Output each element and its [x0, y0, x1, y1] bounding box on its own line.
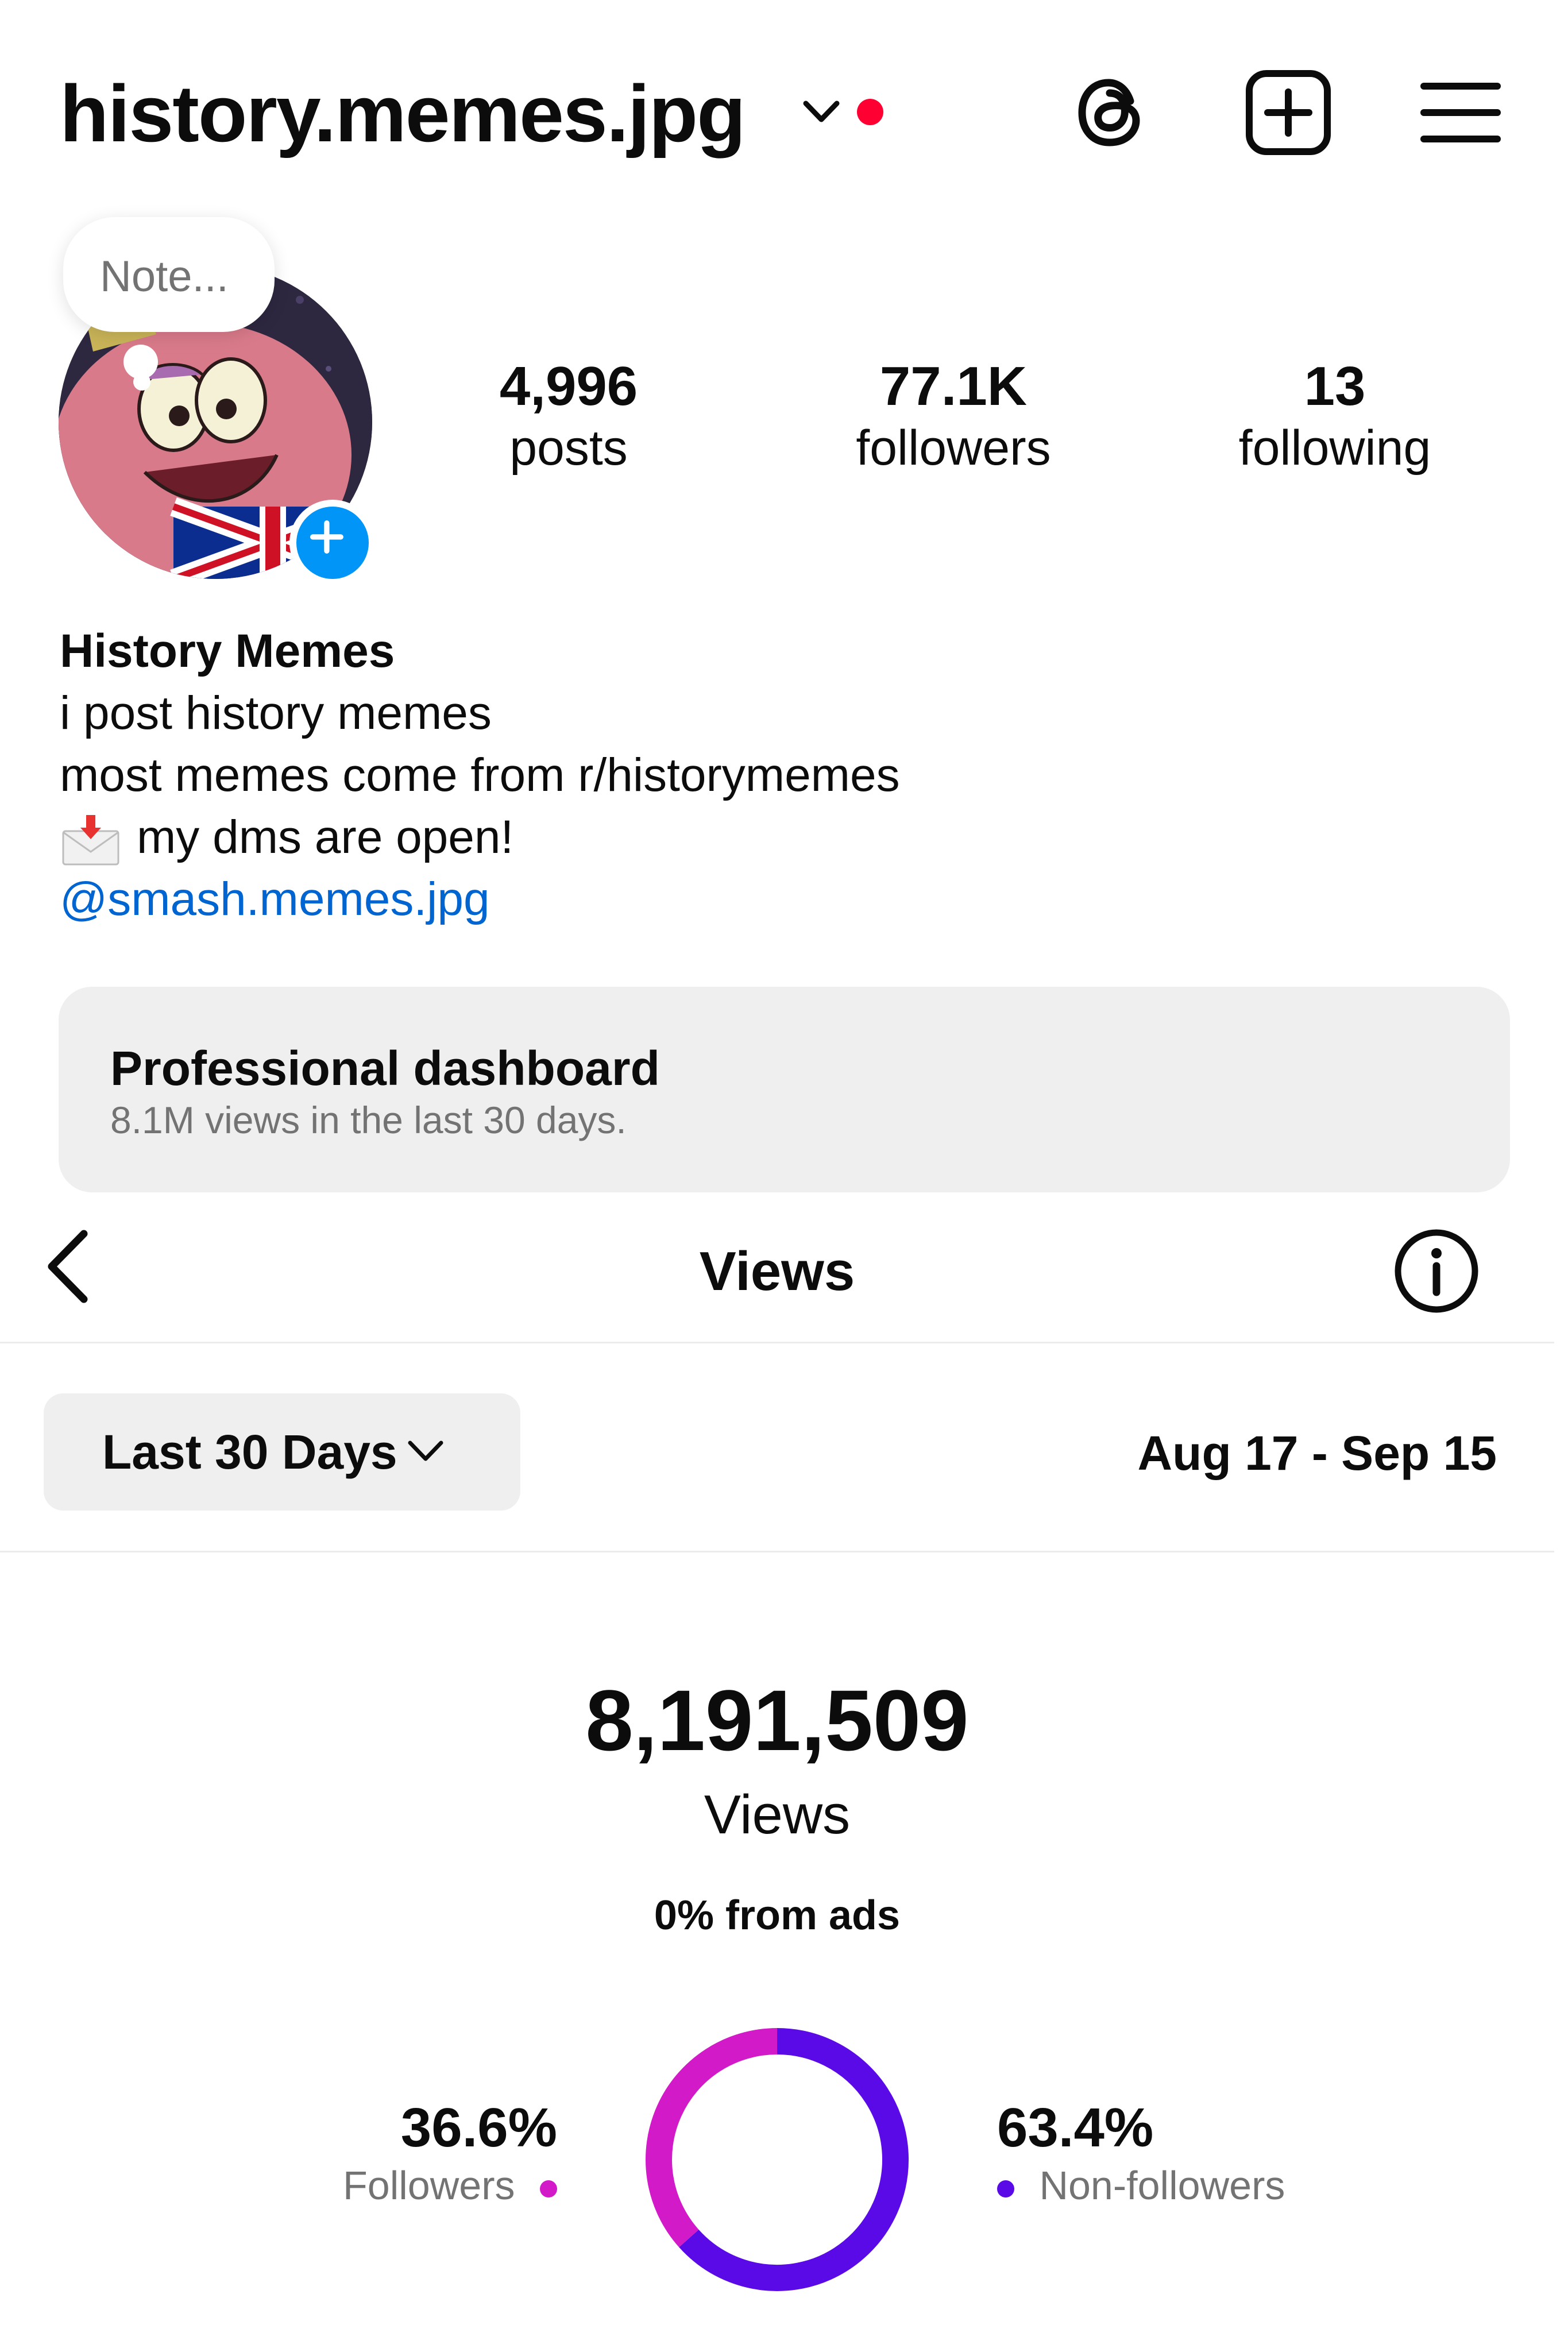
- posts-count: 4,996: [499, 356, 638, 417]
- total-views-number: 8,191,509: [585, 1672, 969, 1768]
- bio-line-1: i post history memes: [60, 687, 492, 739]
- following-label: following: [1238, 420, 1431, 476]
- chevron-down-icon[interactable]: [801, 98, 841, 126]
- followers-legend-row: Followers: [322, 2160, 557, 2211]
- create-post-icon[interactable]: [1243, 68, 1333, 157]
- dashboard-title: Professional dashboard: [110, 1041, 660, 1095]
- views-donut-chart: [646, 2028, 909, 2291]
- followers-count: 77.1K: [879, 356, 1028, 417]
- profile-bio: History Memes i post history memes most …: [60, 620, 900, 930]
- followers-percent: 36.6%: [400, 2097, 557, 2158]
- donut-slice-followers: [646, 2028, 778, 2247]
- ads-share-text: 0% from ads: [654, 1893, 901, 1938]
- non-followers-legend-label: Non-followers: [1039, 2163, 1285, 2208]
- info-icon[interactable]: [1392, 1227, 1481, 1315]
- non-followers-percent: 63.4%: [997, 2097, 1154, 2158]
- date-range-dropdown[interactable]: Last 30 Days: [44, 1393, 520, 1511]
- username-switcher[interactable]: history.memes.jpg: [60, 62, 746, 165]
- header-divider: [0, 1342, 1554, 1343]
- posts-label: posts: [509, 420, 628, 476]
- following-stat[interactable]: 13 following: [1203, 353, 1467, 477]
- add-story-plus-icon[interactable]: [289, 500, 376, 586]
- followers-legend-dot: [540, 2180, 557, 2197]
- range-divider: [0, 1551, 1554, 1552]
- bio-line-3-text: my dms are open!: [137, 811, 514, 863]
- dashboard-subtitle: 8.1M views in the last 30 days.: [110, 1099, 627, 1141]
- bio-line-2: most memes come from r/historymemes: [60, 749, 900, 801]
- following-count: 13: [1304, 356, 1366, 417]
- display-name: History Memes: [60, 625, 395, 677]
- inbox-tray-icon: [62, 815, 119, 866]
- non-followers-legend-dot: [997, 2180, 1014, 2197]
- professional-dashboard-card[interactable]: Professional dashboard 8.1M views in the…: [59, 987, 1510, 1192]
- note-placeholder[interactable]: Note...: [100, 248, 229, 306]
- donut-slice-non-followers: [679, 2028, 909, 2291]
- menu-icon[interactable]: [1416, 68, 1505, 157]
- instagram-profile-screen: history.memes.jpg Note... 4,996 posts 77…: [0, 0, 1568, 2352]
- bio-link[interactable]: @smash.memes.jpg: [60, 868, 900, 930]
- views-page-title: Views: [699, 1241, 855, 1302]
- threads-icon[interactable]: [1066, 68, 1156, 157]
- bio-line-3: my dms are open!: [60, 806, 900, 868]
- note-bubble-tail-small: [133, 373, 150, 391]
- posts-stat[interactable]: 4,996 posts: [437, 353, 701, 477]
- followers-stat[interactable]: 77.1K followers: [821, 353, 1086, 477]
- notification-dot: [857, 99, 883, 125]
- followers-legend: 36.6% Followers: [322, 2096, 557, 2211]
- non-followers-legend: 63.4% Non-followers: [997, 2096, 1342, 2211]
- followers-label: followers: [856, 420, 1051, 476]
- chevron-down-icon: [408, 1440, 443, 1461]
- non-followers-legend-row: Non-followers: [997, 2160, 1342, 2211]
- total-views-label: Views: [704, 1784, 851, 1845]
- date-range-text: Aug 17 - Sep 15: [1137, 1426, 1497, 1480]
- date-range-label: Last 30 Days: [102, 1425, 397, 1479]
- followers-legend-label: Followers: [343, 2163, 515, 2208]
